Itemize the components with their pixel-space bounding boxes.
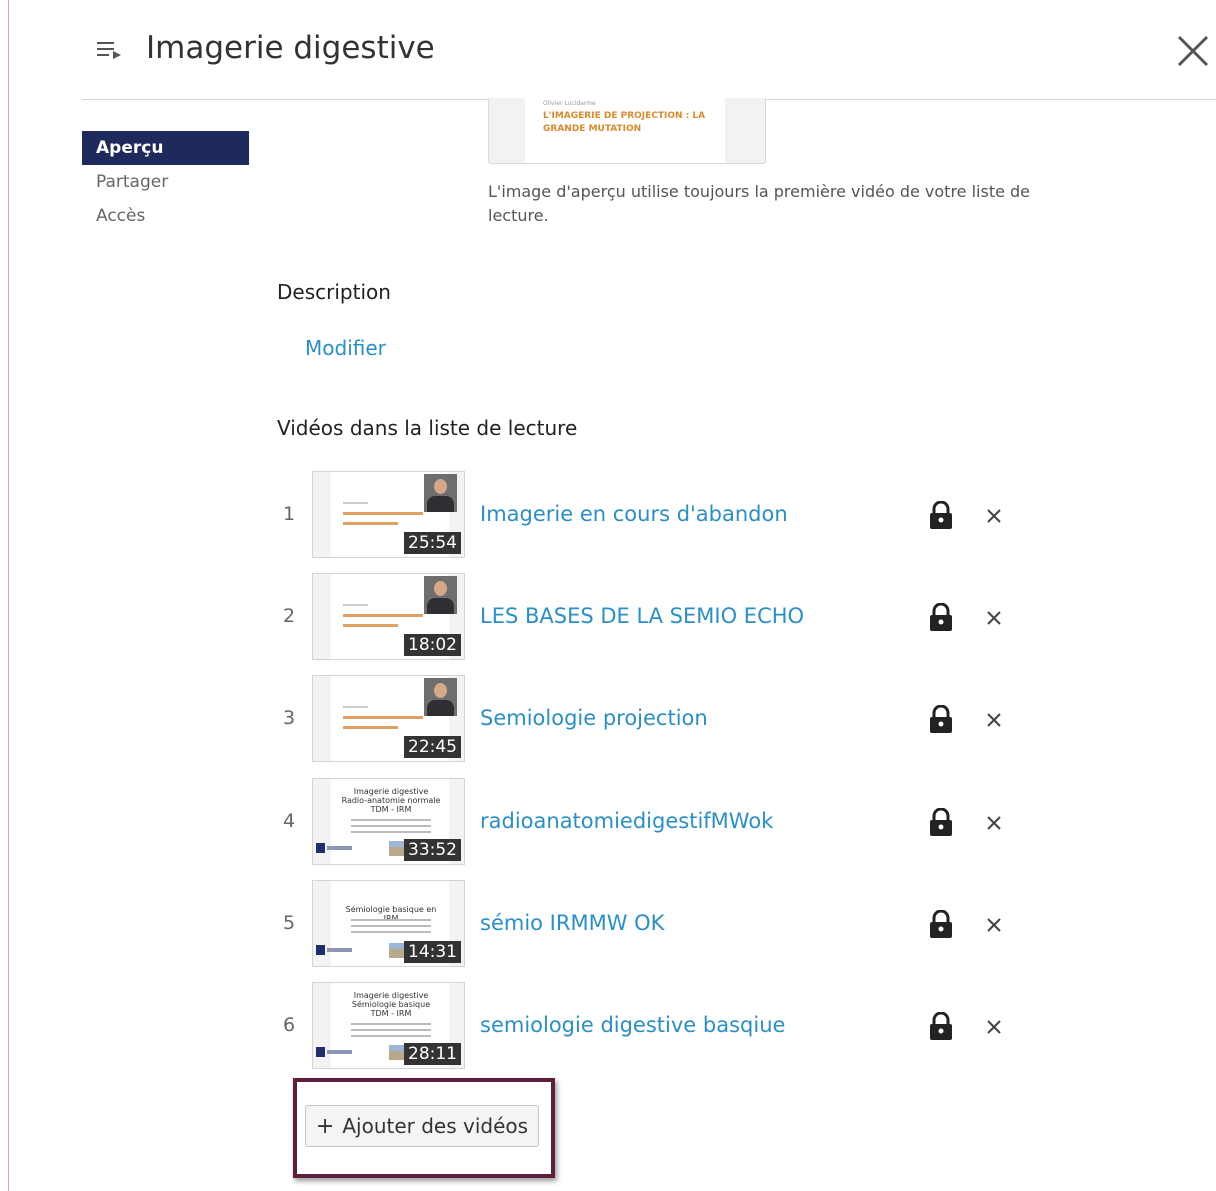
university-logo (316, 843, 352, 853)
remove-icon[interactable] (983, 1016, 1005, 1038)
playlist-icon[interactable] (97, 40, 123, 60)
slide-line: Sémiologie basique (351, 1000, 431, 1009)
presenter-photo (424, 678, 457, 716)
remove-icon[interactable] (983, 812, 1005, 834)
video-thumbnail[interactable]: 18:02 (312, 573, 465, 660)
video-title-link[interactable]: LES BASES DE LA SEMIO ECHO (480, 604, 804, 628)
video-number: 6 (283, 1014, 296, 1036)
video-number: 2 (283, 605, 296, 627)
add-videos-button[interactable]: + Ajouter des vidéos (305, 1105, 539, 1147)
modify-description-link[interactable]: Modifier (305, 336, 386, 360)
video-title-link[interactable]: Imagerie en cours d'abandon (480, 502, 788, 526)
page-title: Imagerie digestive (146, 30, 435, 66)
slide-line: Imagerie digestive (353, 991, 429, 1000)
lock-icon[interactable] (928, 808, 954, 836)
video-duration: 28:11 (404, 1043, 461, 1065)
video-thumbnail[interactable]: Imagerie digestive Radio-anatomie normal… (312, 778, 465, 865)
video-thumbnail[interactable]: 22:45 (312, 675, 465, 762)
slide-line: TDM - IRM (370, 1009, 412, 1018)
slide-line: Imagerie digestive (353, 787, 429, 796)
video-number: 1 (283, 503, 296, 525)
video-title-link[interactable]: semiologie digestive basqiue (480, 1013, 785, 1037)
university-logo (316, 1047, 352, 1057)
sidebar-item-partager[interactable]: Partager (82, 165, 249, 199)
video-thumbnail[interactable]: 25:54 (312, 471, 465, 558)
description-label: Description (277, 280, 391, 304)
close-icon[interactable] (1174, 32, 1212, 70)
remove-icon[interactable] (983, 505, 1005, 527)
video-title-link[interactable]: sémio IRMMW OK (480, 911, 664, 935)
video-title-link[interactable]: radioanatomiedigestifMWok (480, 809, 773, 833)
lock-icon[interactable] (928, 603, 954, 631)
slide-line: Radio-anatomie normale (341, 796, 441, 805)
university-logo (316, 945, 352, 955)
presenter-photo (424, 474, 457, 512)
video-row: 5 Sémiologie basique en IRM 14:31 sémio … (277, 880, 1037, 968)
left-border-line (8, 0, 9, 1191)
plus-icon: + (315, 1113, 335, 1139)
video-number: 3 (283, 707, 296, 729)
video-row: 3 22:45 Semiologie projection (277, 675, 1037, 763)
slide-line: TDM - IRM (370, 805, 412, 814)
remove-icon[interactable] (983, 607, 1005, 629)
video-row: 6 Imagerie digestive Sémiologie basique … (277, 982, 1037, 1070)
preview-slide: Olivier Lucidarme L'IMAGERIE DE PROJECTI… (525, 98, 725, 163)
lock-icon[interactable] (928, 1012, 954, 1040)
preview-slide-author: Olivier Lucidarme (543, 100, 596, 107)
video-number: 4 (283, 810, 296, 832)
video-title-link[interactable]: Semiologie projection (480, 706, 708, 730)
remove-icon[interactable] (983, 914, 1005, 936)
lock-icon[interactable] (928, 501, 954, 529)
video-duration: 18:02 (404, 634, 461, 656)
header: Imagerie digestive (82, 0, 1216, 100)
preview-note: L'image d'aperçu utilise toujours la pre… (488, 182, 1031, 225)
video-row: 1 25:54 Imagerie en cours d'abandon (277, 471, 1037, 559)
sidebar-item-acces[interactable]: Accès (82, 199, 249, 233)
video-thumbnail[interactable]: Sémiologie basique en IRM 14:31 (312, 880, 465, 967)
video-thumbnail[interactable]: Imagerie digestive Sémiologie basique TD… (312, 982, 465, 1069)
video-row: 2 18:02 LES BASES DE LA SEMIO ECHO (277, 573, 1037, 661)
remove-icon[interactable] (983, 709, 1005, 731)
video-duration: 22:45 (404, 736, 461, 758)
video-row: 4 Imagerie digestive Radio-anatomie norm… (277, 778, 1037, 866)
preview-thumbnail: Olivier Lucidarme L'IMAGERIE DE PROJECTI… (488, 98, 766, 164)
preview-slide-title: L'IMAGERIE DE PROJECTION : LA GRANDE MUT… (543, 111, 706, 134)
sidebar: Aperçu Partager Accès (82, 131, 249, 233)
video-duration: 25:54 (404, 532, 461, 554)
lock-icon[interactable] (928, 910, 954, 938)
lock-icon[interactable] (928, 705, 954, 733)
video-duration: 14:31 (404, 941, 461, 963)
video-number: 5 (283, 912, 296, 934)
videos-section-label: Vidéos dans la liste de lecture (277, 416, 578, 440)
video-duration: 33:52 (404, 839, 461, 861)
add-videos-label: Ajouter des vidéos (342, 1114, 529, 1138)
sidebar-item-apercu[interactable]: Aperçu (82, 131, 249, 165)
presenter-photo (424, 576, 457, 614)
